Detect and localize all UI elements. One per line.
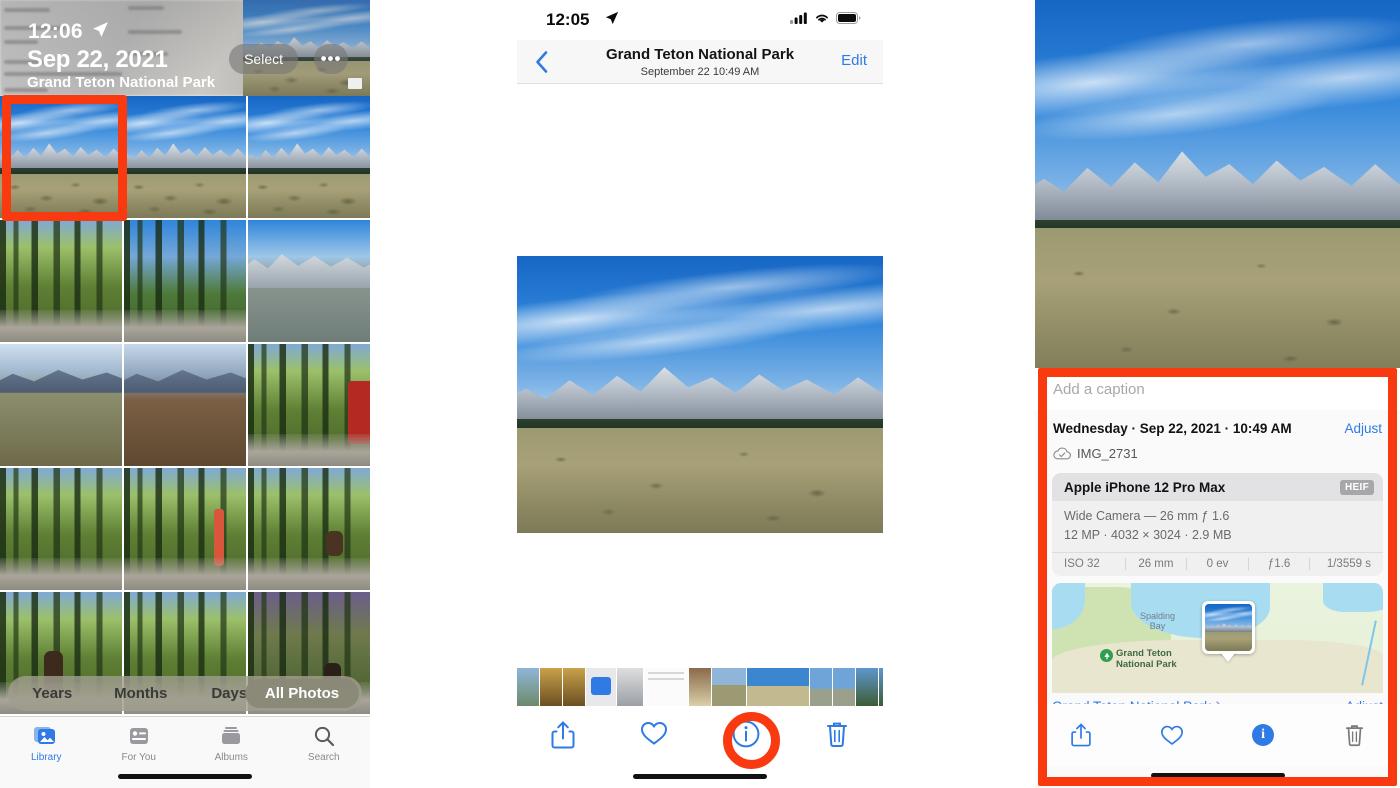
wifi-icon — [816, 14, 828, 23]
filmstrip-thumb[interactable] — [810, 668, 832, 706]
segment-months[interactable]: Months — [97, 685, 186, 702]
info-sheet-highlight — [1038, 368, 1397, 786]
tab-search-label: Search — [307, 752, 340, 763]
filmstrip-thumb[interactable] — [856, 668, 878, 706]
nav-bar: Grand Teton National Park September 22 1… — [517, 40, 883, 84]
grid-photo-3[interactable] — [0, 220, 122, 342]
tab-for-you[interactable]: For You — [93, 724, 186, 763]
filmstrip-thumb[interactable] — [879, 668, 883, 706]
filmstrip[interactable] — [517, 668, 883, 706]
filmstrip-thumb[interactable] — [617, 668, 643, 706]
grid-photo-5[interactable] — [248, 220, 370, 342]
home-indicator — [633, 774, 767, 779]
grid-photo-2[interactable] — [248, 96, 370, 218]
grid-photo-4[interactable] — [124, 220, 246, 342]
page-title: Sep 22, 2021 — [27, 46, 168, 73]
location-arrow-icon — [605, 11, 619, 25]
status-bar: 12:05 — [517, 0, 883, 40]
filmstrip-thumb[interactable] — [712, 668, 746, 706]
info-panel-photo[interactable] — [1035, 0, 1400, 380]
timeline-segmented-control[interactable]: Years Months Days x All Photos — [8, 676, 362, 711]
grid-photo-9[interactable] — [0, 468, 122, 590]
share-icon — [551, 721, 575, 749]
selected-photo-highlight — [2, 95, 127, 221]
grid-photo-6[interactable] — [0, 344, 122, 466]
filmstrip-thumb[interactable] — [563, 668, 585, 706]
header-place: Grand Teton National Park — [27, 74, 216, 91]
delete-button[interactable] — [792, 720, 884, 748]
trash-icon — [827, 722, 848, 748]
page-title: Grand Teton National Park — [605, 46, 795, 63]
more-options-button[interactable]: ••• — [314, 44, 348, 74]
home-indicator — [118, 774, 252, 779]
screenshot-stage: 12:06 Sep 22, 2021 Grand Teton National … — [0, 0, 1400, 788]
for-you-icon — [129, 728, 148, 744]
filmstrip-thumb[interactable] — [644, 668, 688, 706]
filmstrip-thumb-current[interactable] — [747, 668, 809, 706]
tab-search[interactable]: Search — [278, 724, 371, 763]
location-arrow-icon — [93, 22, 108, 37]
tab-library[interactable]: Library — [0, 724, 93, 763]
edit-button[interactable]: Edit — [841, 52, 867, 69]
search-icon — [314, 726, 334, 747]
page-corner-icon — [348, 78, 362, 89]
grid-photo-7[interactable] — [124, 344, 246, 466]
filmstrip-thumb[interactable] — [586, 668, 616, 706]
filmstrip-thumb[interactable] — [517, 668, 539, 706]
tab-albums[interactable]: Albums — [185, 724, 278, 763]
filmstrip-thumb[interactable] — [833, 668, 855, 706]
segment-years[interactable]: Years — [8, 685, 97, 702]
photos-library-icon — [34, 727, 56, 744]
select-button[interactable]: Select — [229, 44, 298, 74]
segment-all-photos[interactable]: All Photos — [245, 679, 359, 708]
albums-icon — [222, 727, 241, 744]
tab-library-label: Library — [30, 752, 62, 763]
tab-for-you-label: For You — [121, 752, 156, 763]
grid-photo-11[interactable] — [248, 468, 370, 590]
photos-library-panel: 12:06 Sep 22, 2021 Grand Teton National … — [0, 0, 370, 788]
grid-photo-10[interactable] — [124, 468, 246, 590]
tab-albums-label: Albums — [214, 752, 248, 763]
page-subtitle: September 22 10:49 AM — [640, 66, 760, 78]
grid-photo-1[interactable] — [124, 96, 246, 218]
status-indicators — [790, 12, 861, 24]
status-time: 12:06 — [28, 20, 83, 43]
grid-photo-8[interactable] — [248, 344, 370, 466]
info-button-highlight — [723, 712, 780, 769]
filmstrip-thumb[interactable] — [689, 668, 711, 706]
favorite-button[interactable] — [609, 720, 701, 746]
battery-icon — [836, 12, 861, 24]
cellular-bars-icon — [790, 12, 807, 24]
filmstrip-thumb[interactable] — [540, 668, 562, 706]
main-photo[interactable] — [517, 256, 883, 533]
heart-icon — [641, 721, 668, 745]
share-button[interactable] — [517, 720, 609, 750]
status-time: 12:05 — [546, 10, 590, 29]
